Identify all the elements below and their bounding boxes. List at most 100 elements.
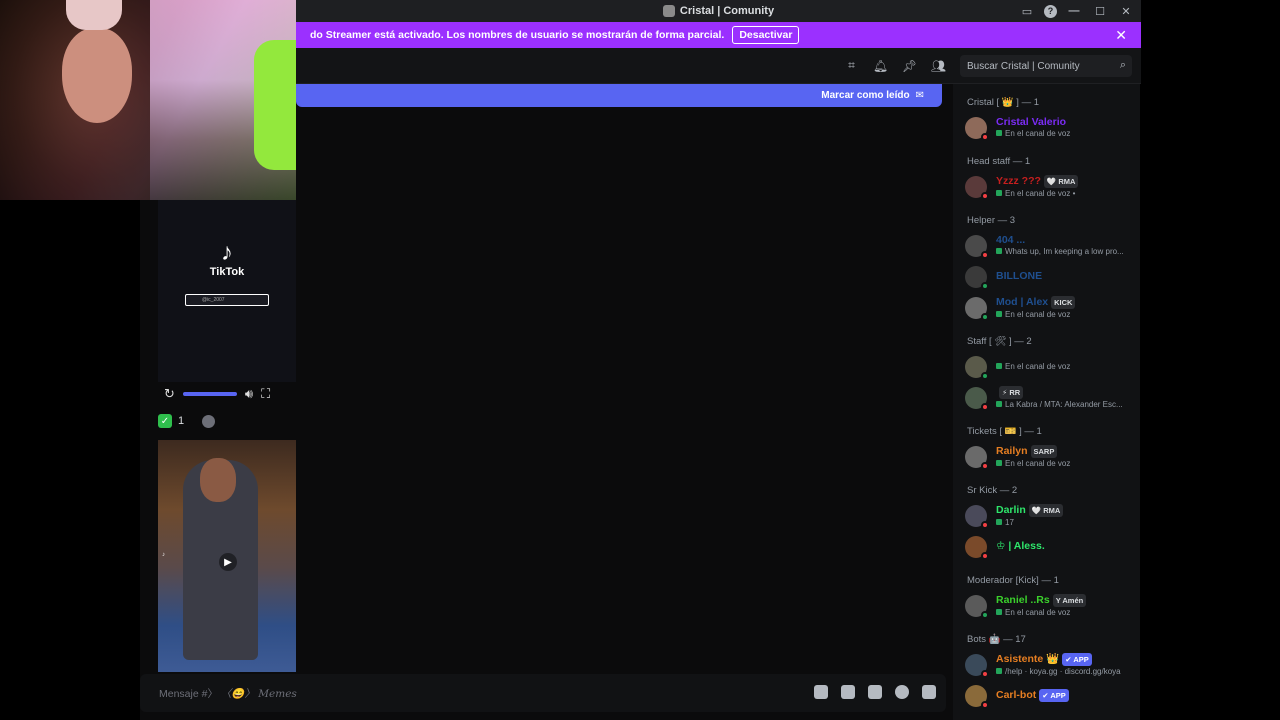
status-dot-icon <box>981 132 989 141</box>
member-info: Asistente 👑 ✔ APP/help · koya.gg · discor… <box>996 652 1136 677</box>
avatar <box>965 594 989 619</box>
search-input[interactable]: Buscar Cristal | Comunity ⌕ <box>960 55 1132 77</box>
member-status-text: En el canal de voz <box>1005 458 1071 468</box>
deactivate-button[interactable]: Desactivar <box>732 26 800 44</box>
composer-toolbar <box>814 685 936 699</box>
tiktok-search: @ic_2007 <box>185 294 269 306</box>
apps-icon[interactable] <box>922 685 936 699</box>
avatar <box>965 653 989 678</box>
member-status: En el canal de voz • <box>996 188 1136 199</box>
voice-channel-icon <box>996 310 1002 317</box>
check-reaction-icon[interactable]: ✓ <box>158 414 172 428</box>
window-title: Cristal | Comunity <box>679 5 775 17</box>
member-status: La Kabra / MTA: Alexander Esc... <box>996 399 1136 410</box>
status-dot-icon <box>981 250 989 259</box>
gif-icon[interactable] <box>841 685 855 699</box>
search-icon: ⌕ <box>1119 59 1126 71</box>
composer-placeholder: Mensaje #〉 〈😄〉 Memes <box>159 686 297 701</box>
threads-icon[interactable]: ⌗ <box>843 57 860 74</box>
member-tag: Y Amén <box>1052 593 1087 607</box>
member-item[interactable]: En el canal de voz <box>953 351 1140 382</box>
help-icon[interactable]: ? <box>1044 4 1057 18</box>
members-icon[interactable]: 👥︎ <box>930 57 947 74</box>
video-head <box>200 458 236 502</box>
member-status-text: En el canal de voz <box>1005 362 1071 371</box>
member-item[interactable]: Raniel ..Rs Y Amén En el canal de voz <box>953 590 1140 621</box>
member-info: Mod | Alex KICK En el canal de voz <box>996 295 1136 320</box>
sticker-icon[interactable] <box>868 685 882 699</box>
member-status: En el canal de voz <box>996 607 1136 618</box>
minimize-icon[interactable]: — <box>1065 2 1083 20</box>
member-item[interactable]: Railyn SARP En el canal de voz <box>953 441 1140 472</box>
member-item[interactable]: Mod | Alex KICK En el canal de voz <box>953 292 1140 323</box>
reaction-count: 1 <box>178 415 185 427</box>
status-dot-icon <box>981 461 989 470</box>
volume-icon[interactable]: 🔊︎ <box>245 386 253 402</box>
member-item[interactable]: Carl-bot ✔ APP <box>953 680 1140 711</box>
play-icon[interactable]: ▶ <box>219 553 237 571</box>
member-name-row: ⚡ RR <box>996 385 1136 399</box>
member-item[interactable]: 404 ... Whats up, Im keeping a low pro... <box>953 230 1140 261</box>
member-status-text: Whats up, Im keeping a low pro... <box>1005 246 1124 256</box>
avatar <box>965 265 989 290</box>
volume-slider[interactable] <box>182 392 237 396</box>
member-item[interactable]: ♔ | Aless. <box>953 531 1140 562</box>
maximize-icon[interactable]: ☐ <box>1091 2 1109 20</box>
member-name: Asistente 👑 <box>996 652 1060 665</box>
member-name-row: Darlin 🤍 RMA <box>996 503 1136 517</box>
member-name-row: Cristal Valerio <box>996 117 1136 128</box>
member-name-row: ♔ | Aless. <box>996 541 1136 552</box>
emoji-icon[interactable] <box>895 685 909 699</box>
tiktok-logo: ♪ TikTok <box>158 240 296 279</box>
video-attachment[interactable]: ♪ ▶ <box>158 440 296 672</box>
mark-as-read-link[interactable]: Marcar como leído <box>821 90 909 101</box>
member-status: En el canal de voz <box>996 458 1136 469</box>
channel-header: ⌗ 🔔︎ 📌︎ 👥︎ Buscar Cristal | Comunity ⌕ <box>296 48 1141 84</box>
member-info: BILLONE <box>996 271 1136 282</box>
status-dot-icon <box>981 610 989 619</box>
member-status: 17 <box>996 517 1136 528</box>
member-item[interactable]: Cristal Valerio En el canal de voz <box>953 112 1140 143</box>
voice-channel-icon <box>996 189 1002 196</box>
server-icon <box>662 5 675 17</box>
inbox-icon[interactable]: ▭ <box>1018 2 1036 20</box>
status-dot-icon <box>981 191 989 200</box>
member-tag: ✔ APP <box>1039 689 1069 702</box>
tiktok-embed[interactable]: ♪ TikTok @ic_2007 <box>158 200 296 382</box>
add-reaction-icon[interactable] <box>202 414 216 428</box>
header-toolbar: ⌗ 🔔︎ 📌︎ 👥︎ <box>843 57 947 74</box>
pin-icon[interactable]: 📌︎ <box>901 57 918 74</box>
member-item[interactable]: Yzzz ??? 🤍 RMA En el canal de voz • <box>953 171 1140 202</box>
member-name: Darlin <box>996 503 1026 516</box>
member-name-row: Yzzz ??? 🤍 RMA <box>996 174 1136 188</box>
member-status-text: En el canal de voz <box>1005 128 1071 138</box>
window-controls: ▭ ? — ☐ ✕ <box>1018 0 1141 22</box>
member-name-row: 404 ... <box>996 235 1136 246</box>
member-item[interactable]: ⚡ RR La Kabra / MTA: Alexander Esc... <box>953 382 1140 413</box>
member-name: Carl-bot <box>996 689 1037 701</box>
new-messages-bar[interactable]: Marcar como leído ✉︎ <box>296 84 942 107</box>
member-tag: 🤍 RMA <box>1028 503 1064 517</box>
message-composer[interactable]: Mensaje #〉 〈😄〉 Memes <box>140 674 946 712</box>
gift-icon[interactable] <box>814 685 828 699</box>
member-status-text: En el canal de voz <box>1005 309 1071 319</box>
member-status: Whats up, Im keeping a low pro... <box>996 246 1136 257</box>
webcam-cap <box>66 0 122 30</box>
voice-channel-icon <box>996 247 1002 254</box>
member-info: Railyn SARP En el canal de voz <box>996 444 1136 469</box>
member-item[interactable]: Asistente 👑 ✔ APP/help · koya.gg · discor… <box>953 649 1140 680</box>
member-info: ⚡ RR La Kabra / MTA: Alexander Esc... <box>996 385 1136 410</box>
bell-icon[interactable]: 🔔︎ <box>872 57 889 74</box>
member-name-row: Asistente 👑 ✔ APP <box>996 652 1136 666</box>
member-tag: 🤍 RMA <box>1043 174 1079 188</box>
mark-read-icon: ✉︎ <box>915 90 924 101</box>
member-item[interactable]: BILLONE <box>953 261 1140 292</box>
fullscreen-icon[interactable]: ⛶ <box>261 386 270 402</box>
replay-icon[interactable]: ↻ <box>164 386 175 402</box>
member-info: Darlin 🤍 RMA 17 <box>996 503 1136 528</box>
close-banner-icon[interactable]: ✕ <box>1115 27 1127 44</box>
member-status-text: 17 <box>1005 517 1014 527</box>
member-item[interactable]: Darlin 🤍 RMA 17 <box>953 500 1140 531</box>
avatar <box>965 684 989 709</box>
close-window-icon[interactable]: ✕ <box>1117 2 1135 20</box>
